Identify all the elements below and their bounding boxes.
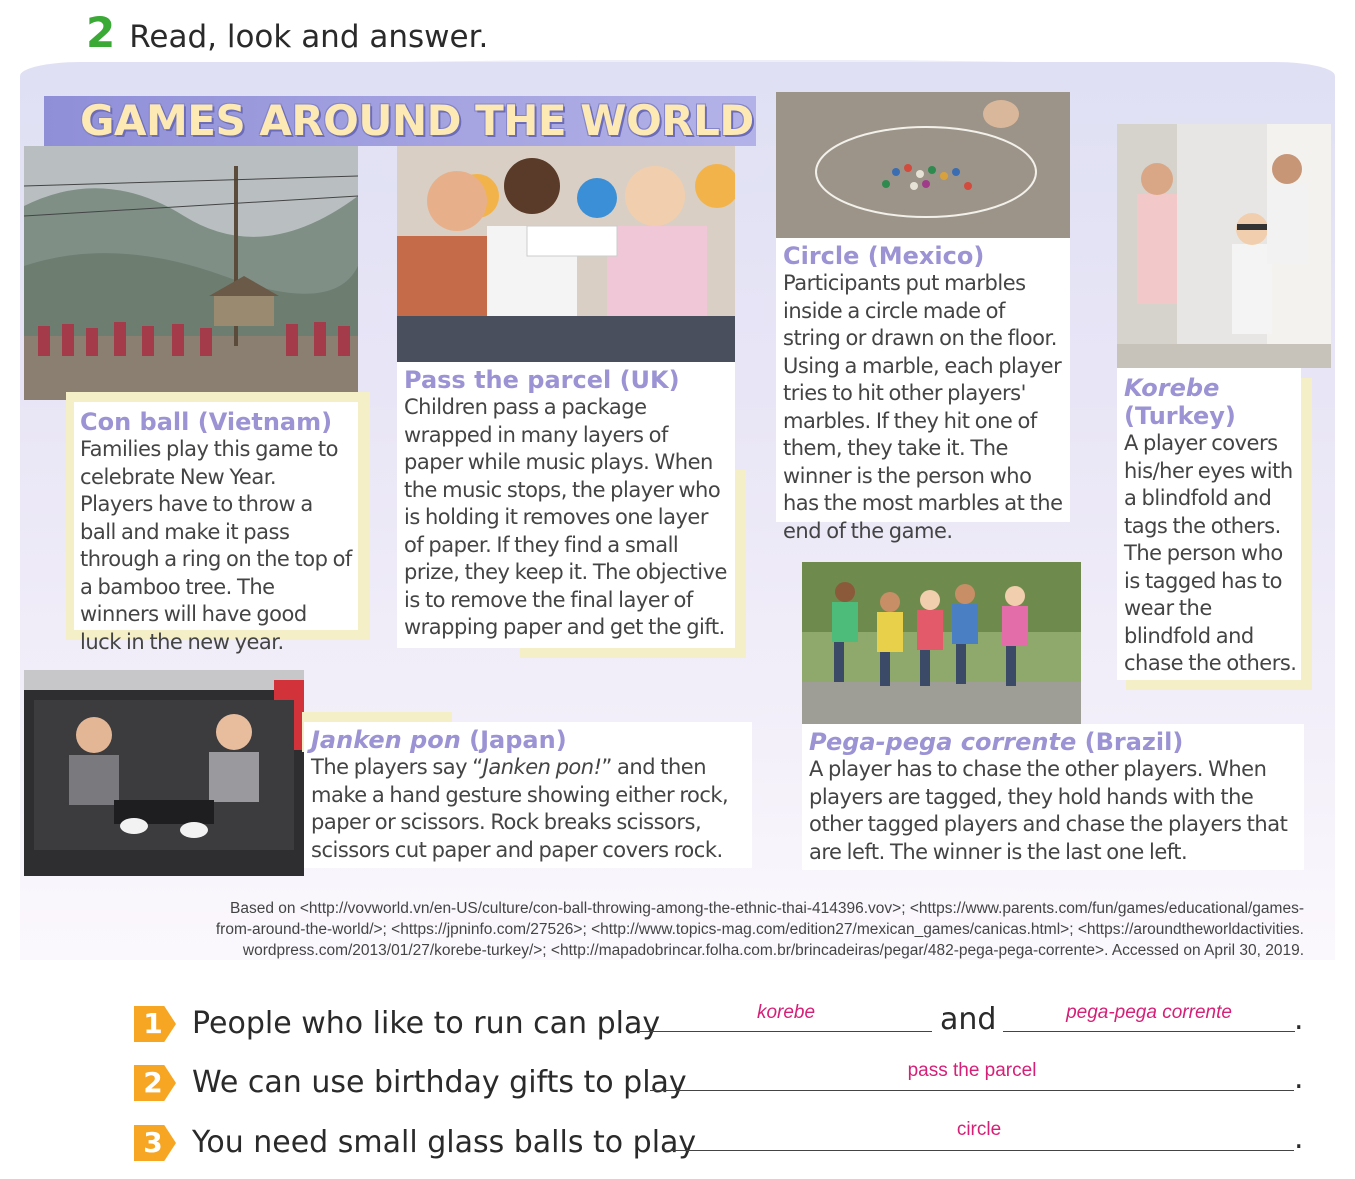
- pega-pega-card: Pega-pega corrente (Brazil) A player has…: [802, 724, 1304, 870]
- question-2-answer: pass the parcel: [907, 1060, 1037, 1081]
- pass-the-parcel-card: Pass the parcel (UK) Children pass a pac…: [397, 362, 735, 648]
- question-3-period: .: [1294, 1121, 1304, 1156]
- question-3-answer: circle: [956, 1119, 1002, 1140]
- question-2-number: 2: [143, 1066, 163, 1099]
- source-line-3: wordpress.com/2013/01/27/korebe-turkey/>…: [242, 942, 1304, 959]
- source-line-1: Based on <http://vovworld.vn/en-US/cultu…: [230, 900, 1304, 917]
- pega-pega-text: A player has to chase the other players.…: [809, 757, 1288, 864]
- question-3-badge: 3: [134, 1125, 176, 1161]
- question-2-blank[interactable]: [650, 1089, 1294, 1091]
- question-1-connector: and: [940, 1002, 997, 1037]
- con-ball-title: Con ball (Vietnam): [80, 408, 352, 436]
- korebe-country: (Turkey): [1124, 402, 1236, 430]
- con-ball-text: Families play this game to celebrate New…: [80, 437, 352, 654]
- korebe-photo: [1117, 124, 1331, 368]
- pass-the-parcel-title: Pass the parcel (UK): [404, 366, 729, 394]
- janken-pon-title: Janken pon (Japan): [311, 726, 746, 754]
- korebe-name: Korebe: [1124, 374, 1220, 402]
- pega-pega-photo: [802, 562, 1081, 724]
- circle-photo: [776, 92, 1070, 238]
- janken-pon-country: (Japan): [469, 726, 567, 754]
- con-ball-photo: [24, 146, 358, 400]
- question-2-badge: 2: [134, 1065, 176, 1101]
- circle-country: (Mexico): [867, 242, 985, 270]
- pega-pega-country: (Brazil): [1084, 728, 1184, 756]
- con-ball-card: Con ball (Vietnam) Families play this ga…: [74, 402, 358, 654]
- pega-pega-title: Pega-pega corrente (Brazil): [809, 728, 1298, 756]
- con-ball-country: (Vietnam): [197, 408, 333, 436]
- pega-pega-name: Pega-pega corrente: [809, 728, 1077, 756]
- question-3-number: 3: [143, 1126, 163, 1159]
- question-1-answer-1: korebe: [756, 1002, 816, 1023]
- janken-pon-text-start: The players say “: [311, 755, 483, 779]
- exercise-instruction: Read, look and answer.: [129, 19, 489, 55]
- janken-pon-name: Janken pon: [311, 726, 461, 754]
- korebe-card: Korebe (Turkey) A player covers his/her …: [1117, 368, 1301, 680]
- question-1-number: 1: [143, 1007, 163, 1040]
- pass-the-parcel-text: Children pass a package wrapped in many …: [404, 395, 727, 639]
- source-note: Based on <http://vovworld.vn/en-US/cultu…: [60, 898, 1304, 961]
- circle-text: Participants put marbles inside a circle…: [783, 271, 1063, 543]
- exercise-number: 2: [86, 8, 116, 57]
- question-1-blank-2[interactable]: [1003, 1030, 1295, 1032]
- korebe-title: Korebe (Turkey): [1124, 374, 1297, 430]
- pass-the-parcel-country: (UK): [619, 366, 680, 394]
- circle-card: Circle (Mexico) Participants put marbles…: [776, 238, 1070, 543]
- pass-the-parcel-name: Pass the parcel: [404, 366, 612, 394]
- question-3-text: You need small glass balls to play: [192, 1125, 697, 1160]
- question-1-text: People who like to run can play: [192, 1006, 661, 1041]
- question-2-period: .: [1294, 1061, 1304, 1096]
- panel-title: GAMES AROUND THE WORLD: [80, 96, 754, 145]
- janken-pon-photo: [24, 670, 304, 876]
- pass-the-parcel-photo: [397, 146, 735, 362]
- question-3: 3 You need small glass balls to play: [134, 1117, 696, 1161]
- korebe-text: A player covers his/her eyes with a blin…: [1124, 431, 1297, 675]
- question-1-period: .: [1294, 1002, 1304, 1037]
- janken-pon-text-quote: Janken pon!: [482, 755, 602, 779]
- question-3-blank[interactable]: [664, 1149, 1294, 1151]
- janken-pon-text: The players say “Janken pon!” and then m…: [311, 754, 746, 864]
- con-ball-name: Con ball: [80, 408, 190, 436]
- question-2: 2 We can use birthday gifts to play: [134, 1057, 687, 1101]
- exercise-heading: 2 Read, look and answer.: [86, 8, 488, 58]
- janken-pon-card: Janken pon (Japan) The players say “Jank…: [304, 722, 752, 868]
- circle-name: Circle: [783, 242, 860, 270]
- question-1-badge: 1: [134, 1006, 176, 1042]
- question-1-blank-1[interactable]: [640, 1030, 932, 1032]
- question-1: 1 People who like to run can play: [134, 998, 660, 1042]
- question-2-text: We can use birthday gifts to play: [192, 1065, 687, 1100]
- circle-title: Circle (Mexico): [783, 242, 1064, 270]
- source-line-2: from-around-the-world/>; <https://jpninf…: [215, 921, 1304, 938]
- question-1-answer-2: pega-pega corrente: [1066, 1002, 1232, 1023]
